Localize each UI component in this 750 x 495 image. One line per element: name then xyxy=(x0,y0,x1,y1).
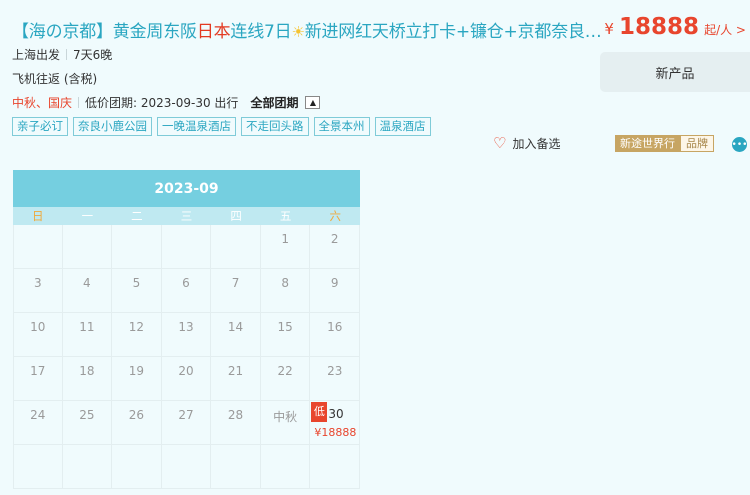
calendar-month: 2023-09 xyxy=(13,170,360,207)
calendar-cell: 8 xyxy=(260,269,311,313)
tag-item[interactable]: 亲子必订 xyxy=(12,117,68,136)
calendar-cell xyxy=(112,225,162,269)
title-mid: 连线7日 xyxy=(230,22,292,42)
brand-name: 新途世界行 xyxy=(615,135,680,152)
low-price-date: 低价团期: 2023-09-30 出行 xyxy=(85,96,239,110)
calendar-grid: 1 2 3 4 5 6 7 8 9 10 11 12 13 14 15 16 1… xyxy=(13,225,360,489)
calendar-cell: 11 xyxy=(62,313,113,357)
calendar-cell: 2 xyxy=(310,225,360,269)
calendar-cell: 27 xyxy=(161,401,212,445)
calendar-cell: 4 xyxy=(62,269,113,313)
duration: 7天6晚 xyxy=(73,48,113,62)
trip-info: 上海出发 7天6晚 xyxy=(12,46,112,63)
calendar-cell-low-price[interactable]: 低 30 ¥18888 xyxy=(310,401,360,445)
calendar-cell: 17 xyxy=(13,357,63,401)
calendar-cell xyxy=(13,445,63,489)
weekday-label: 五 xyxy=(279,209,292,223)
calendar-cell: 5 xyxy=(112,269,162,313)
calendar-cell: 28 xyxy=(211,401,261,445)
weekday-label: 三 xyxy=(180,209,193,223)
calendar-cell xyxy=(13,225,63,269)
calendar-cell: 20 xyxy=(161,357,212,401)
weekday-label: 一 xyxy=(81,209,94,223)
transport: 飞机往返 (含税) xyxy=(12,72,98,86)
calendar-cell: 24 xyxy=(13,401,63,445)
calendar-price: ¥18888 xyxy=(314,426,357,439)
calendar-cell: 中秋 xyxy=(260,401,311,445)
weekday-label: 日 xyxy=(32,209,44,223)
price[interactable]: ¥ 18888 起/人 > xyxy=(604,14,746,40)
calendar-cell: 19 xyxy=(112,357,162,401)
calendar-cell: 21 xyxy=(211,357,261,401)
calendar-cell: 12 xyxy=(112,313,162,357)
calendar-cell xyxy=(260,445,311,489)
price-suffix: 起/人 > xyxy=(704,23,746,37)
chat-icon[interactable]: ••• xyxy=(732,137,747,152)
divider xyxy=(78,97,80,108)
festival-label: 中秋、国庆 xyxy=(12,96,73,110)
all-dates-label[interactable]: 全部团期 xyxy=(250,94,298,111)
title-prefix: 【海の京都】黄金周东阪 xyxy=(12,22,197,42)
calendar-cell: 22 xyxy=(260,357,311,401)
calendar-cell xyxy=(112,445,162,489)
heart-icon: ♡ xyxy=(493,134,507,152)
calendar-cell xyxy=(310,445,360,489)
price-amount: 18888 xyxy=(618,14,699,40)
title-highlight: 日本 xyxy=(196,22,231,42)
tag-list: 亲子必订 奈良小鹿公园 一晚温泉酒店 不走回头路 全景本州 温泉酒店 xyxy=(12,117,431,136)
new-product-badge: 新产品 xyxy=(600,52,750,92)
calendar-cell: 9 xyxy=(310,269,360,313)
calendar-cell: 26 xyxy=(112,401,162,445)
tag-item[interactable]: 全景本州 xyxy=(313,117,370,136)
tag-item[interactable]: 一晚温泉酒店 xyxy=(157,117,236,136)
tag-item[interactable]: 温泉酒店 xyxy=(374,117,431,136)
calendar-cell xyxy=(211,445,261,489)
calendar-cell xyxy=(62,445,113,489)
calendar-cell xyxy=(211,225,261,269)
calendar-cell: 6 xyxy=(161,269,212,313)
add-favorite-button[interactable]: ♡ 加入备选 xyxy=(493,135,560,152)
calendar-cell: 18 xyxy=(62,357,113,401)
tag-item[interactable]: 不走回头路 xyxy=(241,117,309,136)
calendar-cell: 3 xyxy=(13,269,63,313)
calendar-cell xyxy=(62,225,113,269)
weekday-label: 二 xyxy=(131,209,143,223)
calendar-cell: 7 xyxy=(211,269,261,313)
brand-badge[interactable]: 新途世界行 品牌 xyxy=(615,135,714,152)
price-currency: ¥ xyxy=(604,20,614,38)
calendar-cell: 16 xyxy=(310,313,360,357)
departure: 上海出发 xyxy=(12,48,61,62)
calendar-cell xyxy=(161,225,212,269)
price-calendar: 2023-09 日 一 二 三 四 五 六 1 2 3 4 5 6 7 8 9 … xyxy=(13,170,360,489)
product-title[interactable]: 【海の京都】黄金周东阪日本连线7日☀新进网红天桥立打卡+镰仓+京都奈良富士山… xyxy=(12,17,612,42)
favorite-label: 加入备选 xyxy=(512,137,561,151)
calendar-cell: 1 xyxy=(260,225,311,269)
calendar-cell: 15 xyxy=(260,313,311,357)
calendar-cell xyxy=(161,445,212,489)
calendar-cell: 10 xyxy=(13,313,63,357)
triangle-up-icon[interactable]: ▲ xyxy=(305,96,321,109)
low-price-marker: 低 xyxy=(311,402,328,422)
calendar-cell: 23 xyxy=(310,357,360,401)
tag-item[interactable]: 奈良小鹿公园 xyxy=(73,117,152,136)
calendar-cell: 25 xyxy=(62,401,113,445)
weekday-label: 四 xyxy=(230,209,242,223)
calendar-day: 30 xyxy=(328,407,344,421)
weekday-header: 日 一 二 三 四 五 六 xyxy=(13,207,360,225)
calendar-cell: 13 xyxy=(161,313,212,357)
brand-tag: 品牌 xyxy=(680,135,714,152)
sun-icon: ☀ xyxy=(291,23,305,41)
calendar-cell: 14 xyxy=(211,313,261,357)
date-info: 中秋、国庆 低价团期: 2023-09-30 出行 全部团期 ▲ xyxy=(12,94,321,111)
weekday-label: 六 xyxy=(329,209,341,223)
divider xyxy=(66,49,68,60)
title-suffix: 新进网红天桥立打卡+镰仓+京都奈良富士山… xyxy=(304,22,612,42)
